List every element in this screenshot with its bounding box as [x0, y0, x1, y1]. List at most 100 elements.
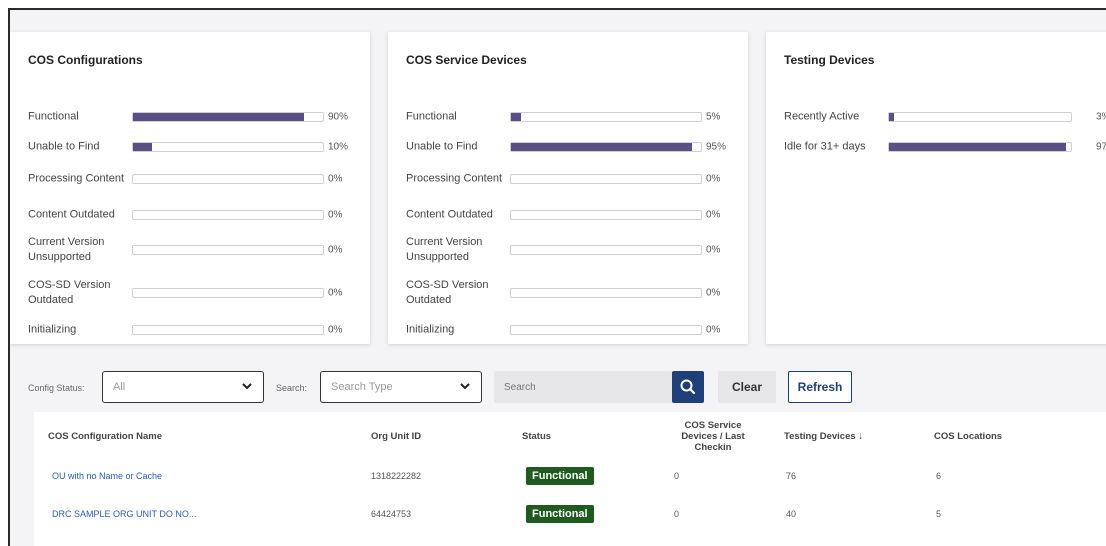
metric-percent: 0% — [706, 287, 721, 299]
progress-bar-fill — [889, 113, 895, 121]
metric-row-content-outdated: Content Outdated 0% — [28, 200, 370, 230]
metric-percent: 0% — [328, 287, 343, 299]
org-unit-id-cell: 1318222282 — [371, 471, 422, 481]
col-header-service-devices[interactable]: COS Service Devices / Last Checkin — [666, 412, 760, 460]
search-button[interactable] — [672, 371, 704, 403]
search-icon — [680, 379, 696, 395]
metric-row-content-outdated: Content Outdated 0% — [406, 200, 748, 230]
progress-bar-fill — [511, 143, 692, 151]
metric-row-functional: Functional 5% — [406, 102, 748, 132]
metric-label: Unable to Find — [28, 140, 100, 153]
progress-bar-fill — [889, 143, 1066, 151]
config-name-link[interactable]: OU with no Name or Cache — [52, 471, 162, 481]
cos-locations-cell: 6 — [936, 471, 942, 481]
metric-percent: 0% — [328, 324, 343, 336]
refresh-button[interactable]: Refresh — [788, 371, 852, 403]
metric-row-recently-active: Recently Active 3% — [784, 102, 1106, 132]
progress-bar — [132, 210, 324, 220]
config-name-link[interactable]: DRC SAMPLE ORG UNIT DO NO... — [52, 509, 196, 519]
metric-label: Content Outdated — [28, 208, 115, 221]
metric-label: Current Version Unsupported — [28, 236, 105, 263]
search-type-select[interactable]: Search Type — [320, 371, 482, 403]
config-status-value: All — [113, 381, 126, 393]
metric-row-processing-content: Processing Content 0% — [406, 164, 748, 194]
progress-bar — [132, 288, 324, 298]
config-status-label: Config Status: — [28, 383, 85, 393]
org-unit-id-cell: 64424753 — [371, 509, 412, 519]
metric-label: Recently Active — [784, 110, 860, 123]
metric-label: Initializing — [28, 323, 77, 336]
metric-label: Processing Content — [28, 172, 124, 185]
metric-percent: 0% — [706, 324, 721, 336]
status-badge: Functional — [526, 467, 594, 485]
metric-percent: 0% — [328, 173, 343, 185]
table-row: OU with no Name or Cache 1318222282 Func… — [34, 458, 1106, 494]
progress-bar — [510, 288, 702, 298]
col-header-cos-locations[interactable]: COS Locations — [934, 412, 1064, 460]
service-devices-cell: 0 — [674, 509, 680, 519]
progress-bar — [888, 142, 1072, 152]
testing-devices-cell: 40 — [786, 509, 797, 519]
metric-row-cos-sd-version-outdated: COS-SD Version Outdated 0% — [28, 278, 370, 308]
progress-bar-fill — [133, 143, 152, 151]
metric-label: Content Outdated — [406, 208, 493, 221]
cos-configurations-card: COS Configurations Functional 90% Unable… — [10, 32, 370, 344]
testing-devices-cell: 76 — [786, 471, 797, 481]
metric-row-functional: Functional 90% — [28, 102, 370, 132]
metric-label: Unable to Find — [406, 140, 478, 153]
app-frame: COS Configurations Functional 90% Unable… — [8, 8, 1106, 546]
progress-bar — [132, 112, 324, 122]
config-status-select[interactable]: All — [102, 371, 264, 403]
metric-label: Idle for 31+ days — [784, 140, 866, 153]
metric-percent: 3% — [1096, 111, 1106, 123]
config-name-cell: OU with no Name or Cache — [52, 458, 162, 494]
metric-label: COS-SD Version Outdated — [406, 279, 489, 306]
metric-label: COS-SD Version Outdated — [28, 279, 111, 306]
metric-row-current-version-unsupported: Current Version Unsupported 0% — [406, 235, 748, 265]
testing-devices-card: Testing Devices Recently Active 3% Idle … — [766, 32, 1106, 344]
progress-bar — [132, 174, 324, 184]
progress-bar — [510, 210, 702, 220]
metric-label: Processing Content — [406, 172, 502, 185]
metric-percent: 5% — [706, 111, 721, 123]
col-header-status[interactable]: Status — [522, 412, 642, 460]
progress-bar — [132, 325, 324, 335]
metric-percent: 0% — [706, 173, 721, 185]
status-cell: Functional — [526, 496, 594, 532]
table-row: DRC SAMPLE ORG UNIT DO NO... 64424753 Fu… — [34, 496, 1106, 532]
progress-bar-fill — [133, 113, 304, 121]
metric-percent: 97% — [1096, 141, 1106, 153]
search-type-value: Search Type — [331, 381, 393, 393]
metric-label: Functional — [28, 110, 79, 123]
search-input[interactable] — [494, 371, 672, 403]
status-cell: Functional — [526, 458, 594, 494]
col-header-org-unit-id[interactable]: Org Unit ID — [371, 412, 501, 460]
progress-bar — [510, 245, 702, 255]
metric-percent: 95% — [706, 141, 727, 153]
card-title: COS Configurations — [28, 53, 143, 67]
col-header-testing-devices[interactable]: Testing Devices ↓ — [784, 412, 914, 460]
progress-bar — [510, 325, 702, 335]
metric-percent: 0% — [328, 209, 343, 221]
chevron-down-icon — [460, 383, 470, 390]
metric-row-unable-to-find: Unable to Find 10% — [28, 132, 370, 162]
service-devices-cell: 0 — [674, 471, 680, 481]
progress-bar — [510, 112, 702, 122]
metric-row-cos-sd-version-outdated: COS-SD Version Outdated 0% — [406, 278, 748, 308]
clear-button[interactable]: Clear — [718, 371, 776, 403]
metric-row-idle-31-days: Idle for 31+ days 97% — [784, 132, 1106, 162]
chevron-down-icon — [242, 383, 252, 390]
metric-row-initializing: Initializing 0% — [406, 315, 748, 345]
metric-label: Functional — [406, 110, 457, 123]
cos-service-devices-card: COS Service Devices Functional 5% Unable… — [388, 32, 748, 344]
status-badge: Functional — [526, 505, 594, 523]
card-title: Testing Devices — [784, 53, 875, 67]
metric-row-unable-to-find: Unable to Find 95% — [406, 132, 748, 162]
progress-bar — [132, 142, 324, 152]
progress-bar-fill — [511, 113, 521, 121]
filter-toolbar: Config Status: All Search: Search Type C… — [10, 365, 1106, 405]
progress-bar — [510, 142, 702, 152]
progress-bar — [132, 245, 324, 255]
metric-row-current-version-unsupported: Current Version Unsupported 0% — [28, 235, 370, 265]
col-header-name[interactable]: COS Configuration Name — [48, 412, 348, 460]
